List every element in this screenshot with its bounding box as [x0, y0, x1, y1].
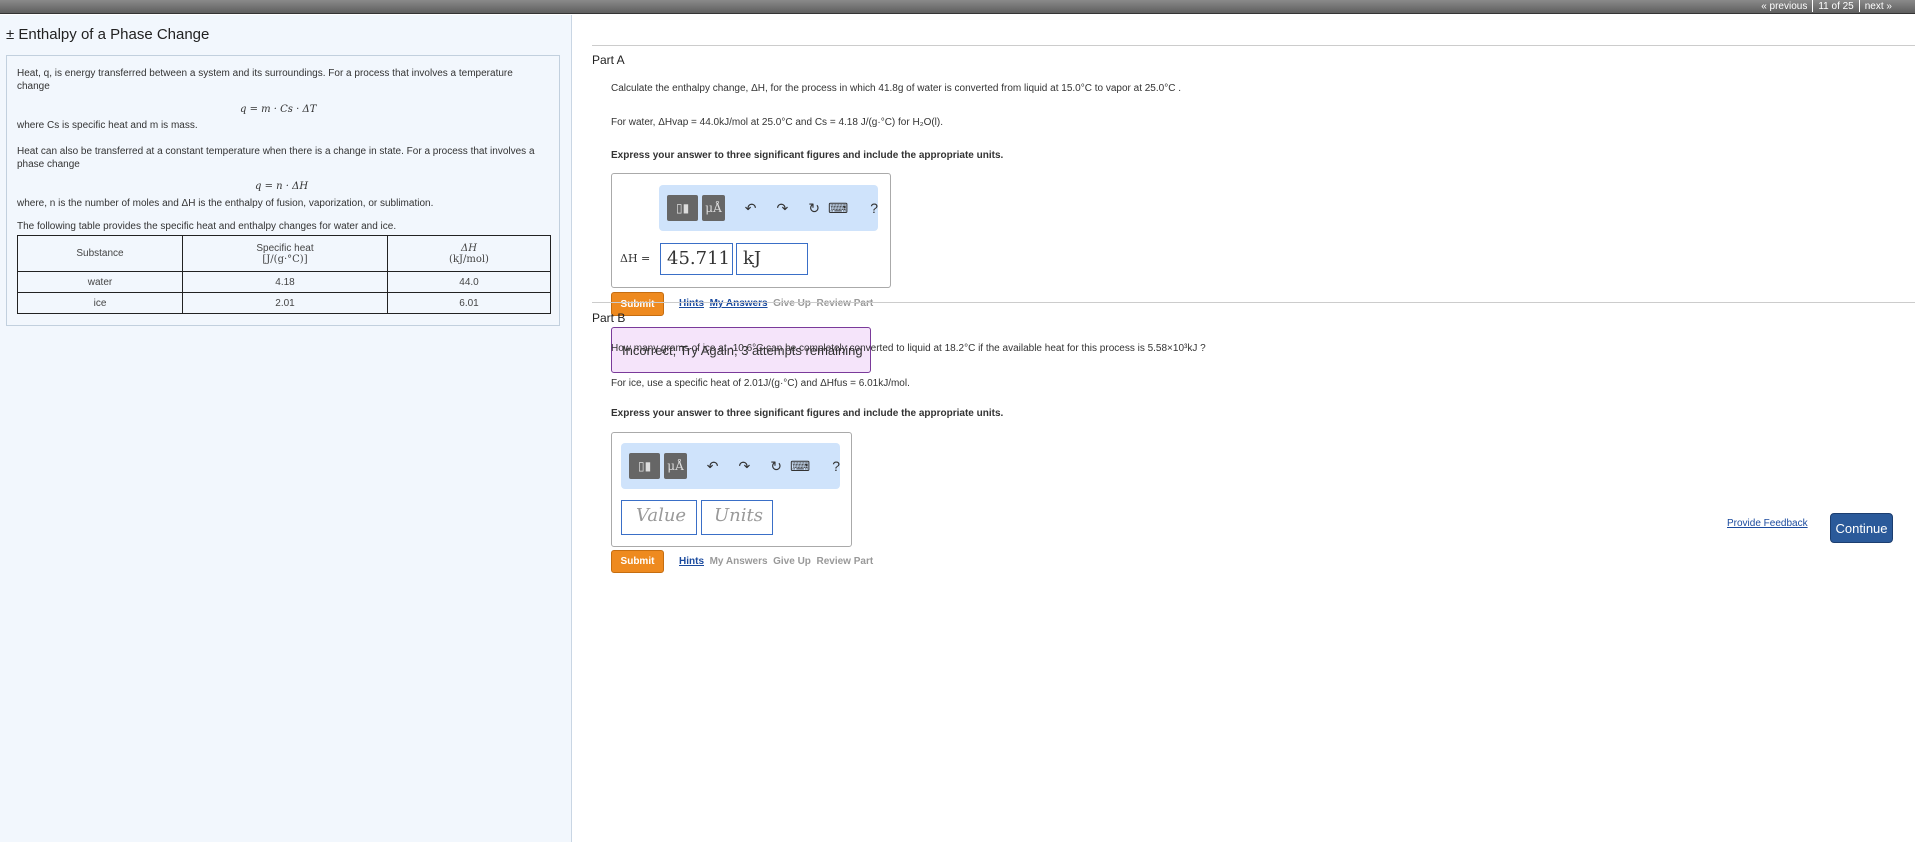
part-b-instructions: Express your answer to three significant… — [611, 408, 1004, 419]
table-row: water 4.18 44.0 — [17, 271, 551, 293]
table-row: ice 2.01 6.01 — [17, 292, 551, 314]
reset-icon[interactable]: ↻ — [770, 458, 782, 475]
formula-heat: q = m · Cs · ΔT — [240, 104, 317, 115]
continue-button[interactable]: Continue — [1830, 513, 1893, 543]
templates-button[interactable]: ▯▮ — [629, 453, 661, 479]
my-answers-link: My Answers — [709, 556, 768, 567]
part-b-label: Part B — [592, 311, 626, 325]
previous-link[interactable]: « previous — [1756, 1, 1812, 12]
units-button[interactable]: μÅ — [664, 453, 687, 479]
hints-link[interactable]: Hints — [679, 556, 704, 567]
templates-button[interactable]: ▯▮ — [667, 195, 699, 221]
header-enthalpy: ΔH (kJ/mol) — [387, 235, 551, 272]
provide-feedback-link[interactable]: Provide Feedback — [1727, 518, 1808, 529]
intro-p4: where, n is the number of moles and ΔH i… — [17, 198, 434, 209]
page-title[interactable]: ± Enthalpy of a Phase Change — [6, 26, 209, 43]
redo-icon[interactable]: ↷ — [777, 200, 789, 217]
part-b-units-input[interactable]: Units — [701, 500, 773, 535]
help-icon[interactable]: ? — [832, 458, 840, 474]
header-specific-heat-label: Specific heat — [256, 242, 314, 254]
table-caption: The following table provides the specifi… — [17, 221, 397, 232]
header-specific-heat-unit: [J/(g·°C)] — [262, 253, 308, 265]
cell: 6.01 — [387, 292, 551, 314]
answer-label: ΔH = — [620, 252, 651, 265]
cell: ice — [17, 292, 183, 314]
part-b-question: How many grams of ice at -10.6°C can be … — [611, 343, 1206, 354]
header-enthalpy-unit: (kJ/mol) — [449, 253, 489, 265]
part-b-toolbar: ▯▮ μÅ ↶ ↷ ↻ ⌨ ? — [621, 443, 840, 489]
undo-icon[interactable]: ↶ — [707, 458, 719, 475]
part-a-instructions: Express your answer to three significant… — [611, 150, 1004, 161]
formula-phase: q = n · ΔH — [255, 181, 309, 192]
part-b-value-input[interactable]: Value — [621, 500, 697, 535]
part-b-submit-button[interactable]: Submit — [611, 550, 664, 573]
part-b-links: Hints My Answers Give Up Review Part — [679, 556, 873, 567]
header-substance: Substance — [17, 235, 183, 272]
help-icon[interactable]: ? — [870, 200, 878, 216]
hints-link[interactable]: Hints — [679, 298, 704, 309]
part-a-given: For water, ΔHvap = 44.0kJ/mol at 25.0°C … — [611, 117, 944, 128]
review-part-link: Review Part — [816, 298, 874, 309]
give-up-link: Give Up — [773, 298, 811, 309]
reset-icon[interactable]: ↻ — [808, 200, 820, 217]
header-specific-heat: Specific heat [J/(g·°C)] — [182, 235, 388, 272]
intro-p1: Heat, q, is energy transferred between a… — [17, 68, 513, 92]
intro-p2: where Cs is specific heat and m is mass. — [17, 120, 198, 131]
my-answers-link[interactable]: My Answers — [710, 298, 768, 309]
part-a-value-input[interactable]: 45.711 — [660, 243, 733, 275]
part-a-units-input[interactable]: kJ — [736, 243, 808, 275]
divider — [592, 45, 1915, 46]
part-a-links: Hints My Answers Give Up Review Part — [679, 298, 873, 309]
data-table: Substance Specific heat [J/(g·°C)] ΔH (kJ/… — [17, 235, 551, 314]
part-a-toolbar: ▯▮ μÅ ↶ ↷ ↻ ⌨ ? — [659, 185, 878, 231]
cell: 2.01 — [182, 292, 388, 314]
intro-p3: Heat can also be transferred at a consta… — [17, 146, 535, 170]
keyboard-icon[interactable]: ⌨ — [828, 200, 848, 217]
next-link[interactable]: next » — [1860, 1, 1897, 12]
top-bar — [0, 0, 1915, 14]
divider — [592, 302, 1915, 303]
cell: water — [17, 271, 183, 293]
redo-icon[interactable]: ↷ — [739, 458, 751, 475]
cell: 4.18 — [182, 271, 388, 293]
give-up-link: Give Up — [773, 556, 811, 567]
page-position: 11 of 25 — [1818, 1, 1854, 12]
part-b-given: For ice, use a specific heat of 2.01J/(g… — [611, 378, 910, 389]
cell: 44.0 — [387, 271, 551, 293]
header-enthalpy-label: ΔH — [461, 242, 477, 254]
part-a-question: Calculate the enthalpy change, ΔH, for t… — [611, 83, 1181, 94]
review-part-link: Review Part — [816, 556, 874, 567]
keyboard-icon[interactable]: ⌨ — [790, 458, 810, 475]
part-a-label: Part A — [592, 53, 625, 67]
units-button[interactable]: μÅ — [702, 195, 725, 221]
pager: « previous 11 of 25 next » — [1756, 0, 1897, 13]
undo-icon[interactable]: ↶ — [745, 200, 757, 217]
